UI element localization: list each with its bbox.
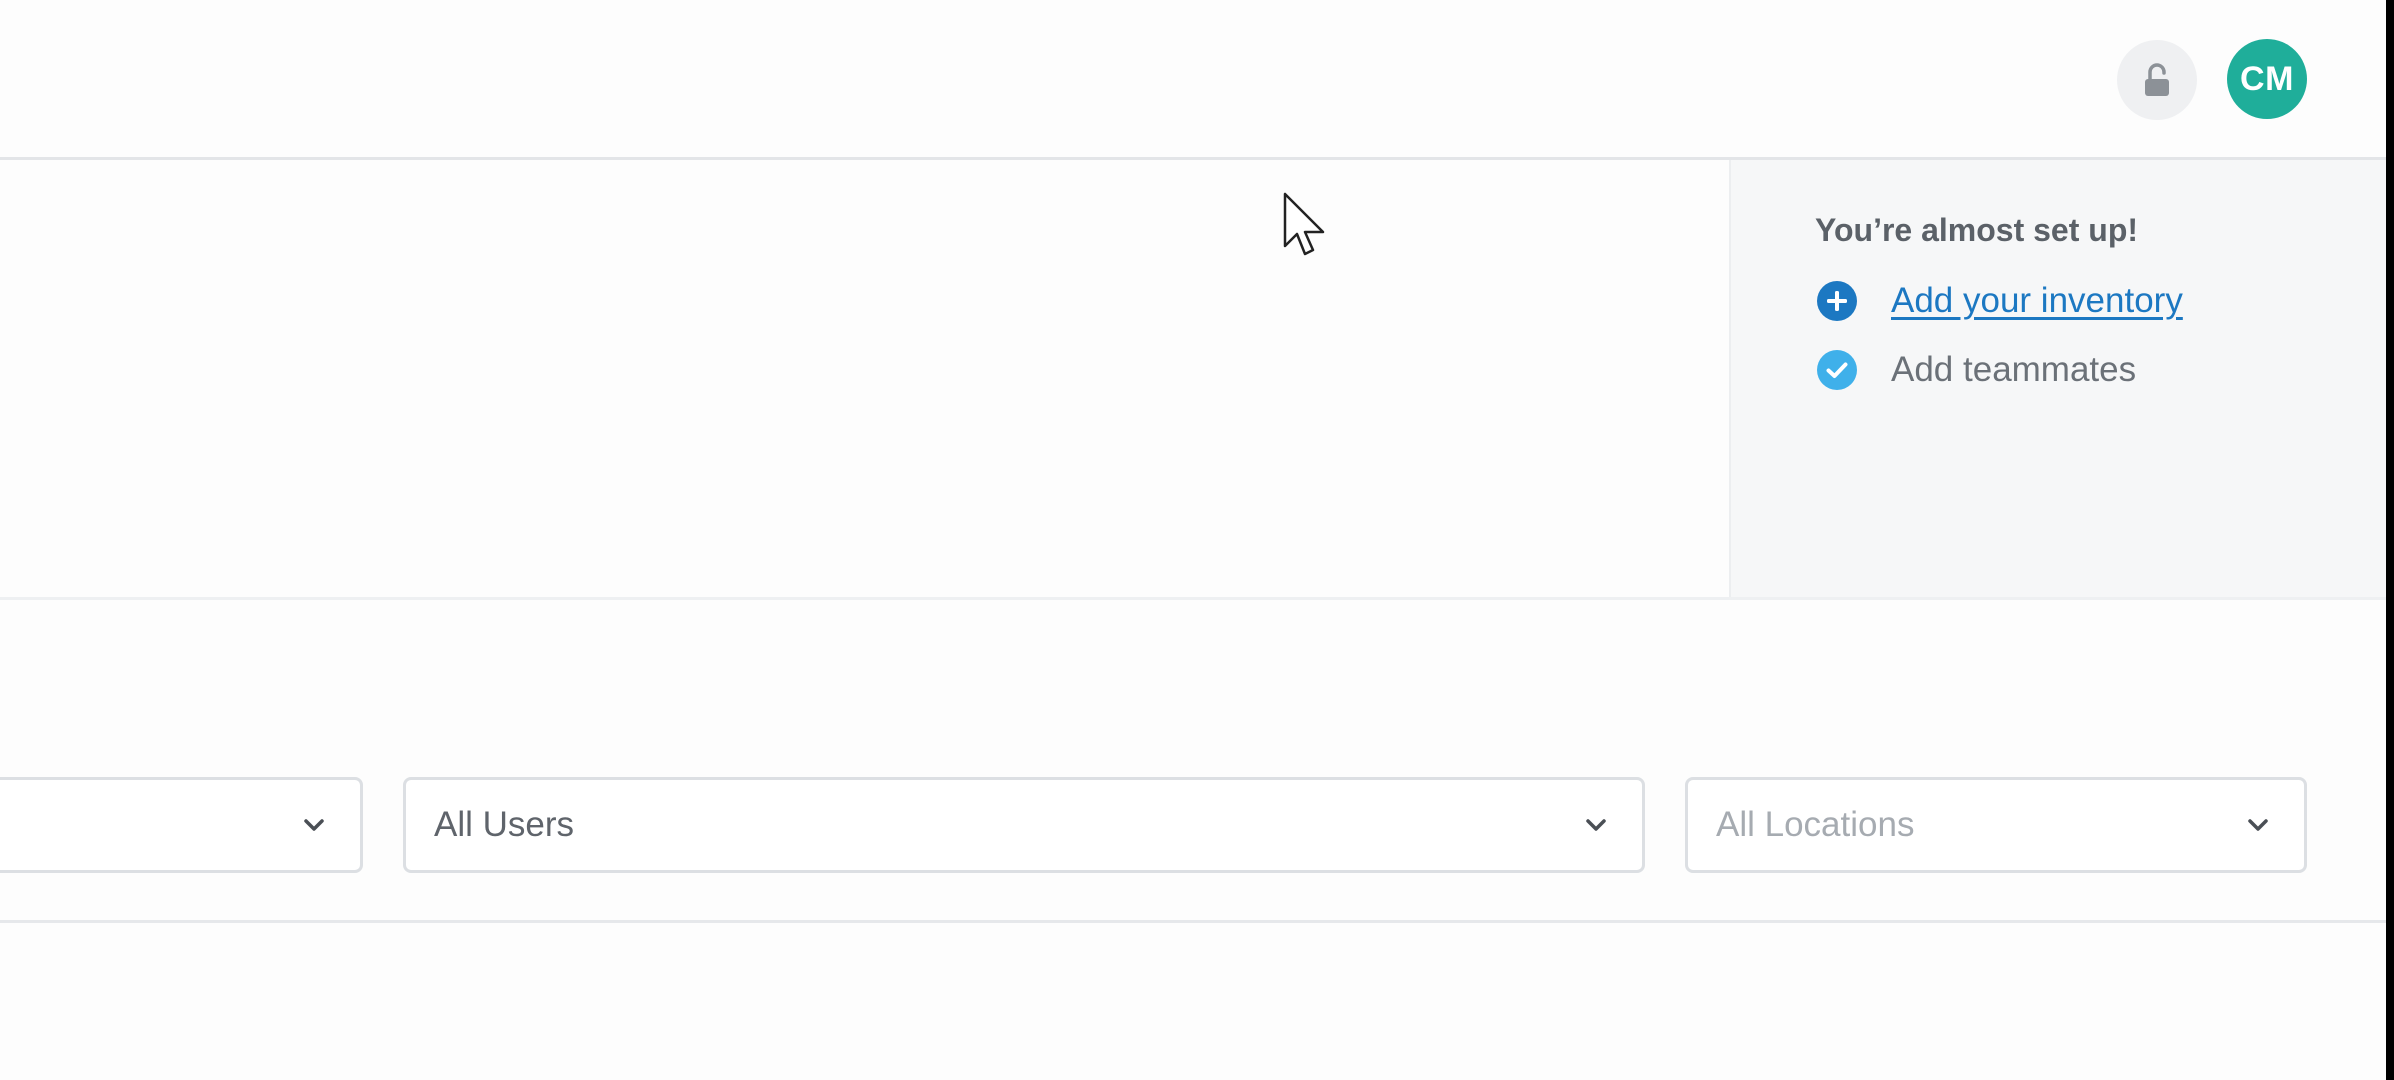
locations-filter-dropdown[interactable]: All Locations [1685, 777, 2307, 873]
first-filter-dropdown[interactable] [0, 777, 363, 873]
app-window: CM You’re almost set up! Add your invent… [0, 0, 2386, 1080]
plus-circle-icon [1815, 279, 1859, 323]
setup-checklist-panel: You’re almost set up! Add your inventory… [1729, 160, 2386, 597]
top-bar: CM [0, 0, 2386, 160]
setup-title: You’re almost set up! [1815, 212, 2139, 248]
lock-button[interactable] [2117, 40, 2197, 120]
unlocked-padlock-icon [2137, 60, 2177, 100]
check-circle-icon [1815, 348, 1859, 392]
bottom-divider [0, 920, 2386, 923]
chevron-down-icon [1578, 807, 1614, 843]
users-filter-value: All Users [434, 805, 575, 844]
chevron-down-icon [296, 807, 332, 843]
chevron-down-icon [2240, 807, 2276, 843]
setup-item-add-inventory[interactable]: Add your inventory [1815, 277, 2183, 325]
main-hero-area [0, 160, 1729, 597]
setup-item-add-teammates: Add teammates [1815, 346, 2136, 394]
section-divider [0, 597, 2386, 600]
users-filter-dropdown[interactable]: All Users [403, 777, 1645, 873]
locations-filter-placeholder: All Locations [1716, 805, 1915, 844]
avatar-initials: CM [2240, 59, 2294, 98]
user-avatar[interactable]: CM [2227, 39, 2307, 119]
add-inventory-link[interactable]: Add your inventory [1891, 281, 2183, 321]
add-teammates-label: Add teammates [1891, 350, 2137, 389]
